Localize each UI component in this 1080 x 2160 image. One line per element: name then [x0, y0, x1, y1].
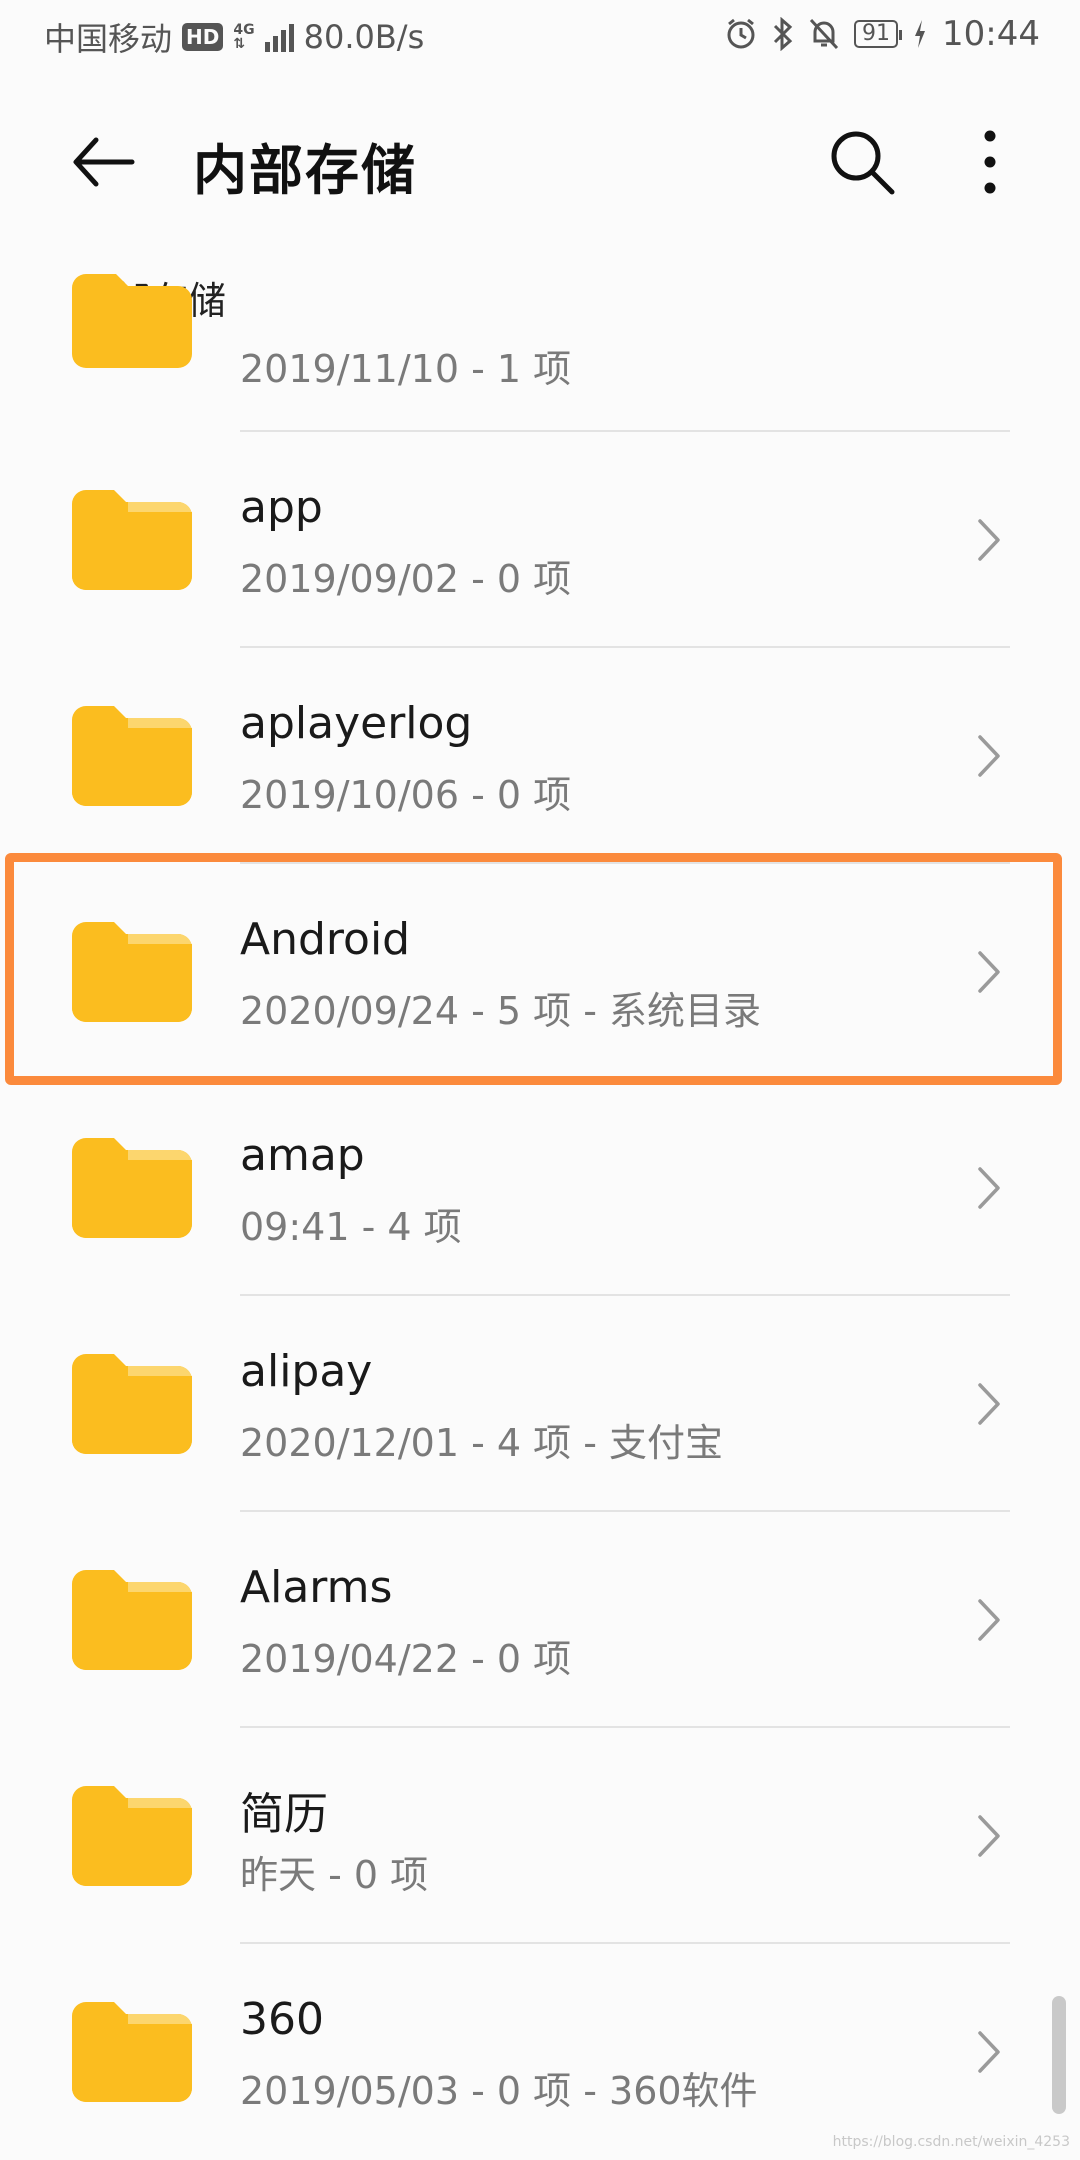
folder-meta: 2020/09/24 - 5 项 - 系统目录 [240, 989, 762, 1033]
more-vertical-icon [984, 130, 996, 194]
folder-icon [72, 490, 192, 590]
folder-name: amap [240, 1130, 365, 1181]
folder-meta: 2020/12/01 - 4 项 - 支付宝 [240, 1421, 724, 1465]
folder-meta: 昨天 - 0 项 [240, 1853, 429, 1897]
charging-icon [915, 20, 926, 48]
folder-meta: 09:41 - 4 项 [240, 1205, 462, 1249]
chevron-right-icon [978, 951, 1000, 993]
alarm-icon [727, 18, 755, 49]
folder-name: Android [240, 914, 411, 965]
network-badge: 4G ⇅ [233, 23, 254, 51]
folder-icon [72, 1354, 192, 1454]
folder-meta: 2019/11/10 - 1 项 [240, 347, 572, 391]
folder-name: app [240, 482, 323, 533]
chevron-right-icon [978, 1815, 1000, 1857]
scrollbar[interactable] [1052, 1996, 1066, 2114]
list-item-partial[interactable]: 2019/11/10 - 1 项 [0, 274, 1080, 432]
list-item-7[interactable]: 360 2019/05/03 - 0 项 - 360软件 [0, 1944, 1080, 2160]
bluetooth-icon [773, 17, 793, 51]
signal-icon [264, 22, 294, 52]
app-bar: 内部存储 [0, 100, 1080, 220]
chevron-right-icon [978, 1383, 1000, 1425]
folder-meta: 2019/10/06 - 0 项 [240, 773, 572, 817]
list-item-2[interactable]: Android 2020/09/24 - 5 项 - 系统目录 [0, 864, 1080, 1080]
chevron-right-icon [978, 2031, 1000, 2073]
status-right: 91 10:44 [724, 14, 1040, 54]
battery-icon: 91 [854, 20, 903, 48]
folder-icon [72, 922, 192, 1022]
clock: 10:44 [942, 14, 1040, 54]
more-options-button[interactable] [960, 122, 1020, 202]
folder-icon [72, 1138, 192, 1238]
hd-badge: HD [182, 23, 224, 51]
mute-bell-icon [809, 18, 839, 50]
folder-name: alipay [240, 1346, 373, 1397]
back-button[interactable] [66, 126, 146, 198]
network-speed: 80.0B/s [303, 18, 425, 56]
folder-icon [72, 1570, 192, 1670]
folder-meta: 2019/05/03 - 0 项 - 360软件 [240, 2069, 758, 2113]
folder-icon [72, 274, 192, 368]
chevron-right-icon [978, 1167, 1000, 1209]
search-button[interactable] [822, 122, 902, 202]
list-item-1[interactable]: aplayerlog 2019/10/06 - 0 项 [0, 648, 1080, 864]
chevron-right-icon [978, 519, 1000, 561]
network-type: 4G [233, 22, 255, 38]
list-item-5[interactable]: Alarms 2019/04/22 - 0 项 [0, 1512, 1080, 1728]
chevron-right-icon [978, 735, 1000, 777]
status-left: 中国移动 HD 4G ⇅ 80.0B/s [44, 14, 424, 60]
folder-name: 360 [240, 1994, 324, 2045]
status-bar: 中国移动 HD 4G ⇅ 80.0B/s 91 10:44 [0, 0, 1080, 72]
watermark: https://blog.csdn.net/weixin_4253 [832, 2134, 1070, 2150]
list-item-6[interactable]: 简历 昨天 - 0 项 [0, 1728, 1080, 1944]
page-title: 内部存储 [193, 139, 417, 202]
chevron-right-icon [978, 1599, 1000, 1641]
network-arrows-icon: ⇅ [233, 36, 246, 52]
folder-name: aplayerlog [240, 698, 473, 749]
search-icon [831, 131, 895, 195]
folder-meta: 2019/04/22 - 0 项 [240, 1637, 572, 1681]
folder-meta: 2019/09/02 - 0 项 [240, 557, 572, 601]
list-item-0[interactable]: app 2019/09/02 - 0 项 [0, 432, 1080, 648]
list-item-3[interactable]: amap 09:41 - 4 项 [0, 1080, 1080, 1296]
carrier-label: 中国移动 [44, 20, 173, 58]
folder-icon [72, 2002, 192, 2102]
folder-name: Alarms [240, 1562, 393, 1613]
back-arrow-icon [73, 137, 135, 187]
folder-icon [72, 1786, 192, 1886]
folder-name: 简历 [240, 1789, 328, 1840]
list-item-4[interactable]: alipay 2020/12/01 - 4 项 - 支付宝 [0, 1296, 1080, 1512]
folder-icon [72, 706, 192, 806]
